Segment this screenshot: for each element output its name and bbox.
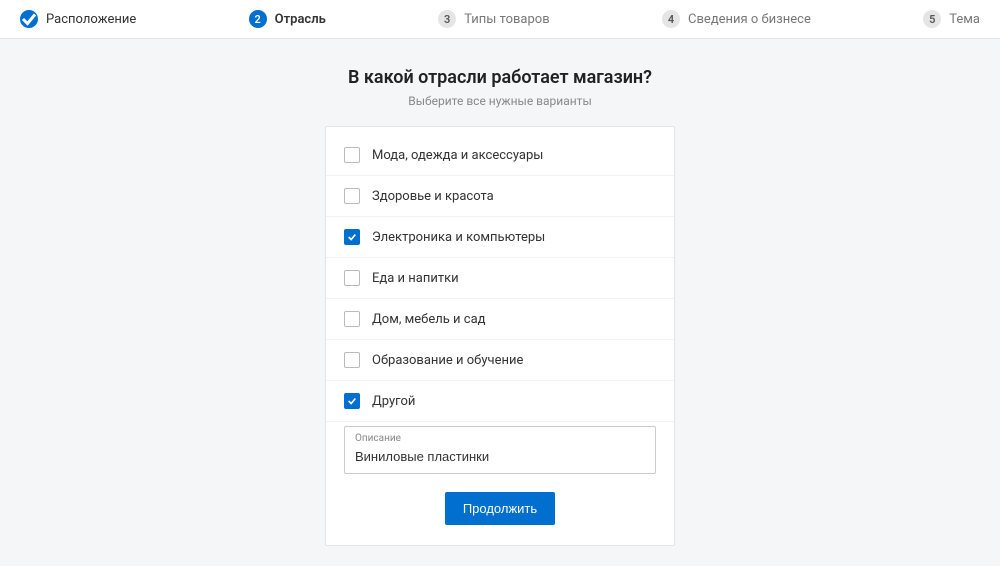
option-label: Еда и напитки <box>372 271 459 286</box>
step-product-types[interactable]: 3 Типы товаров <box>438 10 549 28</box>
option-electronics[interactable]: Электроника и компьютеры <box>326 217 674 258</box>
step-label: Сведения о бизнесе <box>688 12 811 27</box>
step-number: 2 <box>249 10 267 28</box>
step-label: Тема <box>949 12 980 27</box>
continue-button[interactable]: Продолжить <box>445 492 555 525</box>
checkbox[interactable] <box>344 270 360 286</box>
checkbox[interactable] <box>344 311 360 327</box>
checkbox[interactable] <box>344 229 360 245</box>
option-label: Мода, одежда и аксессуары <box>372 148 543 163</box>
step-label: Типы товаров <box>464 12 549 27</box>
checkbox[interactable] <box>344 188 360 204</box>
step-business-info[interactable]: 4 Сведения о бизнесе <box>662 10 811 28</box>
step-location[interactable]: Расположение <box>20 10 136 28</box>
option-label: Другой <box>372 394 415 409</box>
page-title: В какой отрасли работает магазин? <box>0 67 1000 88</box>
step-label: Расположение <box>46 12 136 27</box>
option-education[interactable]: Образование и обучение <box>326 340 674 381</box>
checkbox[interactable] <box>344 393 360 409</box>
option-health[interactable]: Здоровье и красота <box>326 176 674 217</box>
option-label: Здоровье и красота <box>372 189 494 204</box>
options-card: Мода, одежда и аксессуары Здоровье и кра… <box>325 126 675 546</box>
step-number: 3 <box>438 10 456 28</box>
checkbox[interactable] <box>344 352 360 368</box>
option-food[interactable]: Еда и напитки <box>326 258 674 299</box>
input-label: Описание <box>355 433 645 444</box>
page-subtitle: Выберите все нужные варианты <box>0 94 1000 108</box>
step-number: 4 <box>662 10 680 28</box>
option-label: Образование и обучение <box>372 353 523 368</box>
option-other[interactable]: Другой <box>326 381 674 422</box>
step-number: 5 <box>923 10 941 28</box>
other-description-wrap[interactable]: Описание <box>344 426 656 474</box>
option-home[interactable]: Дом, мебель и сад <box>326 299 674 340</box>
step-industry[interactable]: 2 Отрасль <box>249 10 326 28</box>
content: В какой отрасли работает магазин? Выбери… <box>0 39 1000 566</box>
other-description-input[interactable] <box>355 449 645 464</box>
step-label: Отрасль <box>275 12 326 27</box>
step-theme[interactable]: 5 Тема <box>923 10 980 28</box>
option-fashion[interactable]: Мода, одежда и аксессуары <box>326 135 674 176</box>
option-label: Электроника и компьютеры <box>372 230 545 245</box>
check-icon <box>20 10 38 28</box>
stepper: Расположение 2 Отрасль 3 Типы товаров 4 … <box>0 0 1000 39</box>
checkbox[interactable] <box>344 147 360 163</box>
option-label: Дом, мебель и сад <box>372 312 485 327</box>
